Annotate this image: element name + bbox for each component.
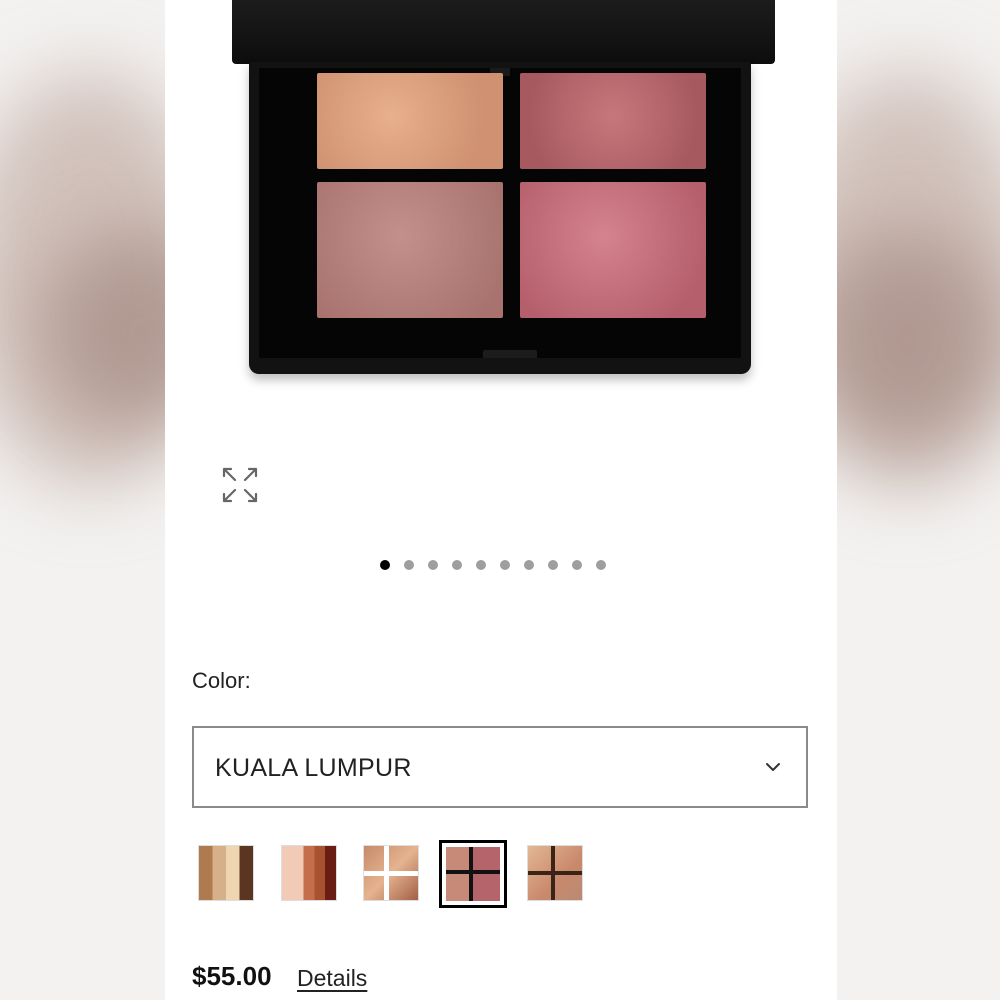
product-price: $55.00	[192, 961, 272, 991]
carousel-dot[interactable]	[380, 560, 390, 570]
palette-lid	[232, 0, 775, 64]
color-dropdown[interactable]: KUALA LUMPUR	[192, 726, 808, 808]
color-label: Color:	[192, 668, 251, 693]
palette-base	[249, 62, 751, 374]
shadow-pan-3	[317, 182, 503, 318]
shadow-pan-4	[520, 182, 706, 318]
swatch-1[interactable]	[198, 845, 254, 901]
carousel-dot[interactable]	[548, 560, 558, 570]
swatch-2[interactable]	[281, 845, 337, 901]
carousel-dot[interactable]	[596, 560, 606, 570]
product-panel: Color: KUALA LUMPUR $55.00 Details	[165, 0, 837, 1000]
carousel-dot[interactable]	[524, 560, 534, 570]
carousel-dot[interactable]	[476, 560, 486, 570]
details-link[interactable]: Details	[297, 965, 367, 992]
carousel-pagination	[380, 560, 606, 570]
swatch-5[interactable]	[527, 845, 583, 901]
color-dropdown-value: KUALA LUMPUR	[215, 754, 412, 782]
blurred-background-left	[0, 0, 165, 1000]
carousel-dot[interactable]	[452, 560, 462, 570]
expand-icon[interactable]	[221, 466, 259, 504]
carousel-dot[interactable]	[404, 560, 414, 570]
blurred-background-right	[837, 0, 1000, 1000]
carousel-dot[interactable]	[428, 560, 438, 570]
chevron-down-icon	[764, 758, 782, 776]
carousel-dot[interactable]	[500, 560, 510, 570]
swatch-3[interactable]	[363, 845, 419, 901]
swatch-4[interactable]	[439, 840, 507, 908]
shadow-pan-2	[520, 73, 706, 169]
carousel-dot[interactable]	[572, 560, 582, 570]
shadow-pan-1	[317, 73, 503, 169]
